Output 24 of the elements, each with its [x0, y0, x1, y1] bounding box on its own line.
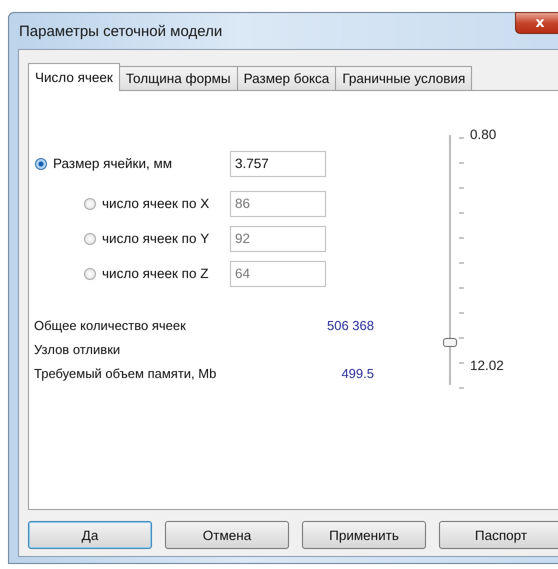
window-title: Параметры сеточной модели — [19, 22, 222, 40]
stat-value: 499.5 — [341, 366, 374, 380]
radio-label: число ячеек по X — [102, 196, 210, 211]
radio-button[interactable] — [35, 158, 47, 170]
tab[interactable]: Размер бокса — [236, 66, 336, 90]
slider-label: 0.80 — [470, 127, 498, 142]
close-button[interactable]: x — [515, 12, 558, 34]
stat-label: Узлов отливки — [34, 342, 120, 356]
dialog-button[interactable]: Паспорт — [439, 521, 558, 549]
tab[interactable]: Толщина формы — [118, 66, 238, 90]
stat-label: Общее количество ячеек — [34, 318, 186, 332]
dialog-button[interactable]: Применить — [302, 521, 426, 549]
tab[interactable]: Число ячеек — [28, 63, 120, 91]
slider-thumb[interactable] — [443, 338, 457, 346]
tab[interactable]: Граничные условия — [335, 66, 472, 90]
radio-label: Размер ячейки, мм — [53, 156, 174, 171]
radio-label: число ячеек по Y — [102, 231, 210, 246]
input-field[interactable]: 3.757 — [230, 150, 326, 176]
dialog-button[interactable]: Да — [28, 521, 152, 549]
dialog-button[interactable]: Отмена — [165, 521, 289, 549]
stat-label: Требуемый объем памяти, Mb — [34, 366, 216, 380]
slider-label: 12.02 — [470, 358, 504, 373]
stat-value: 506 368 — [327, 318, 374, 332]
radio-label: число ячеек по Z — [102, 266, 210, 281]
